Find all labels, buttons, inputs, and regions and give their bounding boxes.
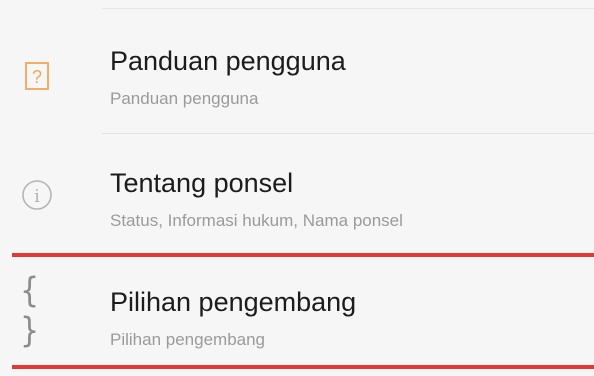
settings-item-about-phone[interactable]: i Tentang ponsel Status, Informasi hukum… (0, 140, 594, 250)
braces-icon-glyph: { } (20, 270, 44, 352)
settings-item-user-guide[interactable]: ? Panduan pengguna Panduan pengguna (0, 22, 594, 130)
developer-options-subtitle: Pilihan pengembang (110, 330, 266, 349)
info-icon: i (20, 178, 54, 212)
highlight-bottom-border (12, 365, 594, 369)
top-divider (102, 8, 594, 9)
help-icon-glyph: ? (32, 67, 42, 87)
settings-item-developer-options[interactable]: { } Pilihan pengembang Pilihan pengemban… (0, 257, 594, 365)
user-guide-title: Panduan pengguna (110, 46, 346, 76)
row-divider (102, 133, 594, 134)
developer-braces-icon: { } (20, 271, 54, 352)
info-icon-glyph: i (34, 186, 40, 207)
about-phone-title: Tentang ponsel (110, 168, 294, 198)
help-question-icon: ? (20, 59, 54, 93)
developer-options-title: Pilihan pengembang (110, 287, 357, 317)
about-phone-subtitle: Status, Informasi hukum, Nama ponsel (110, 211, 403, 230)
user-guide-subtitle: Panduan pengguna (110, 89, 259, 108)
